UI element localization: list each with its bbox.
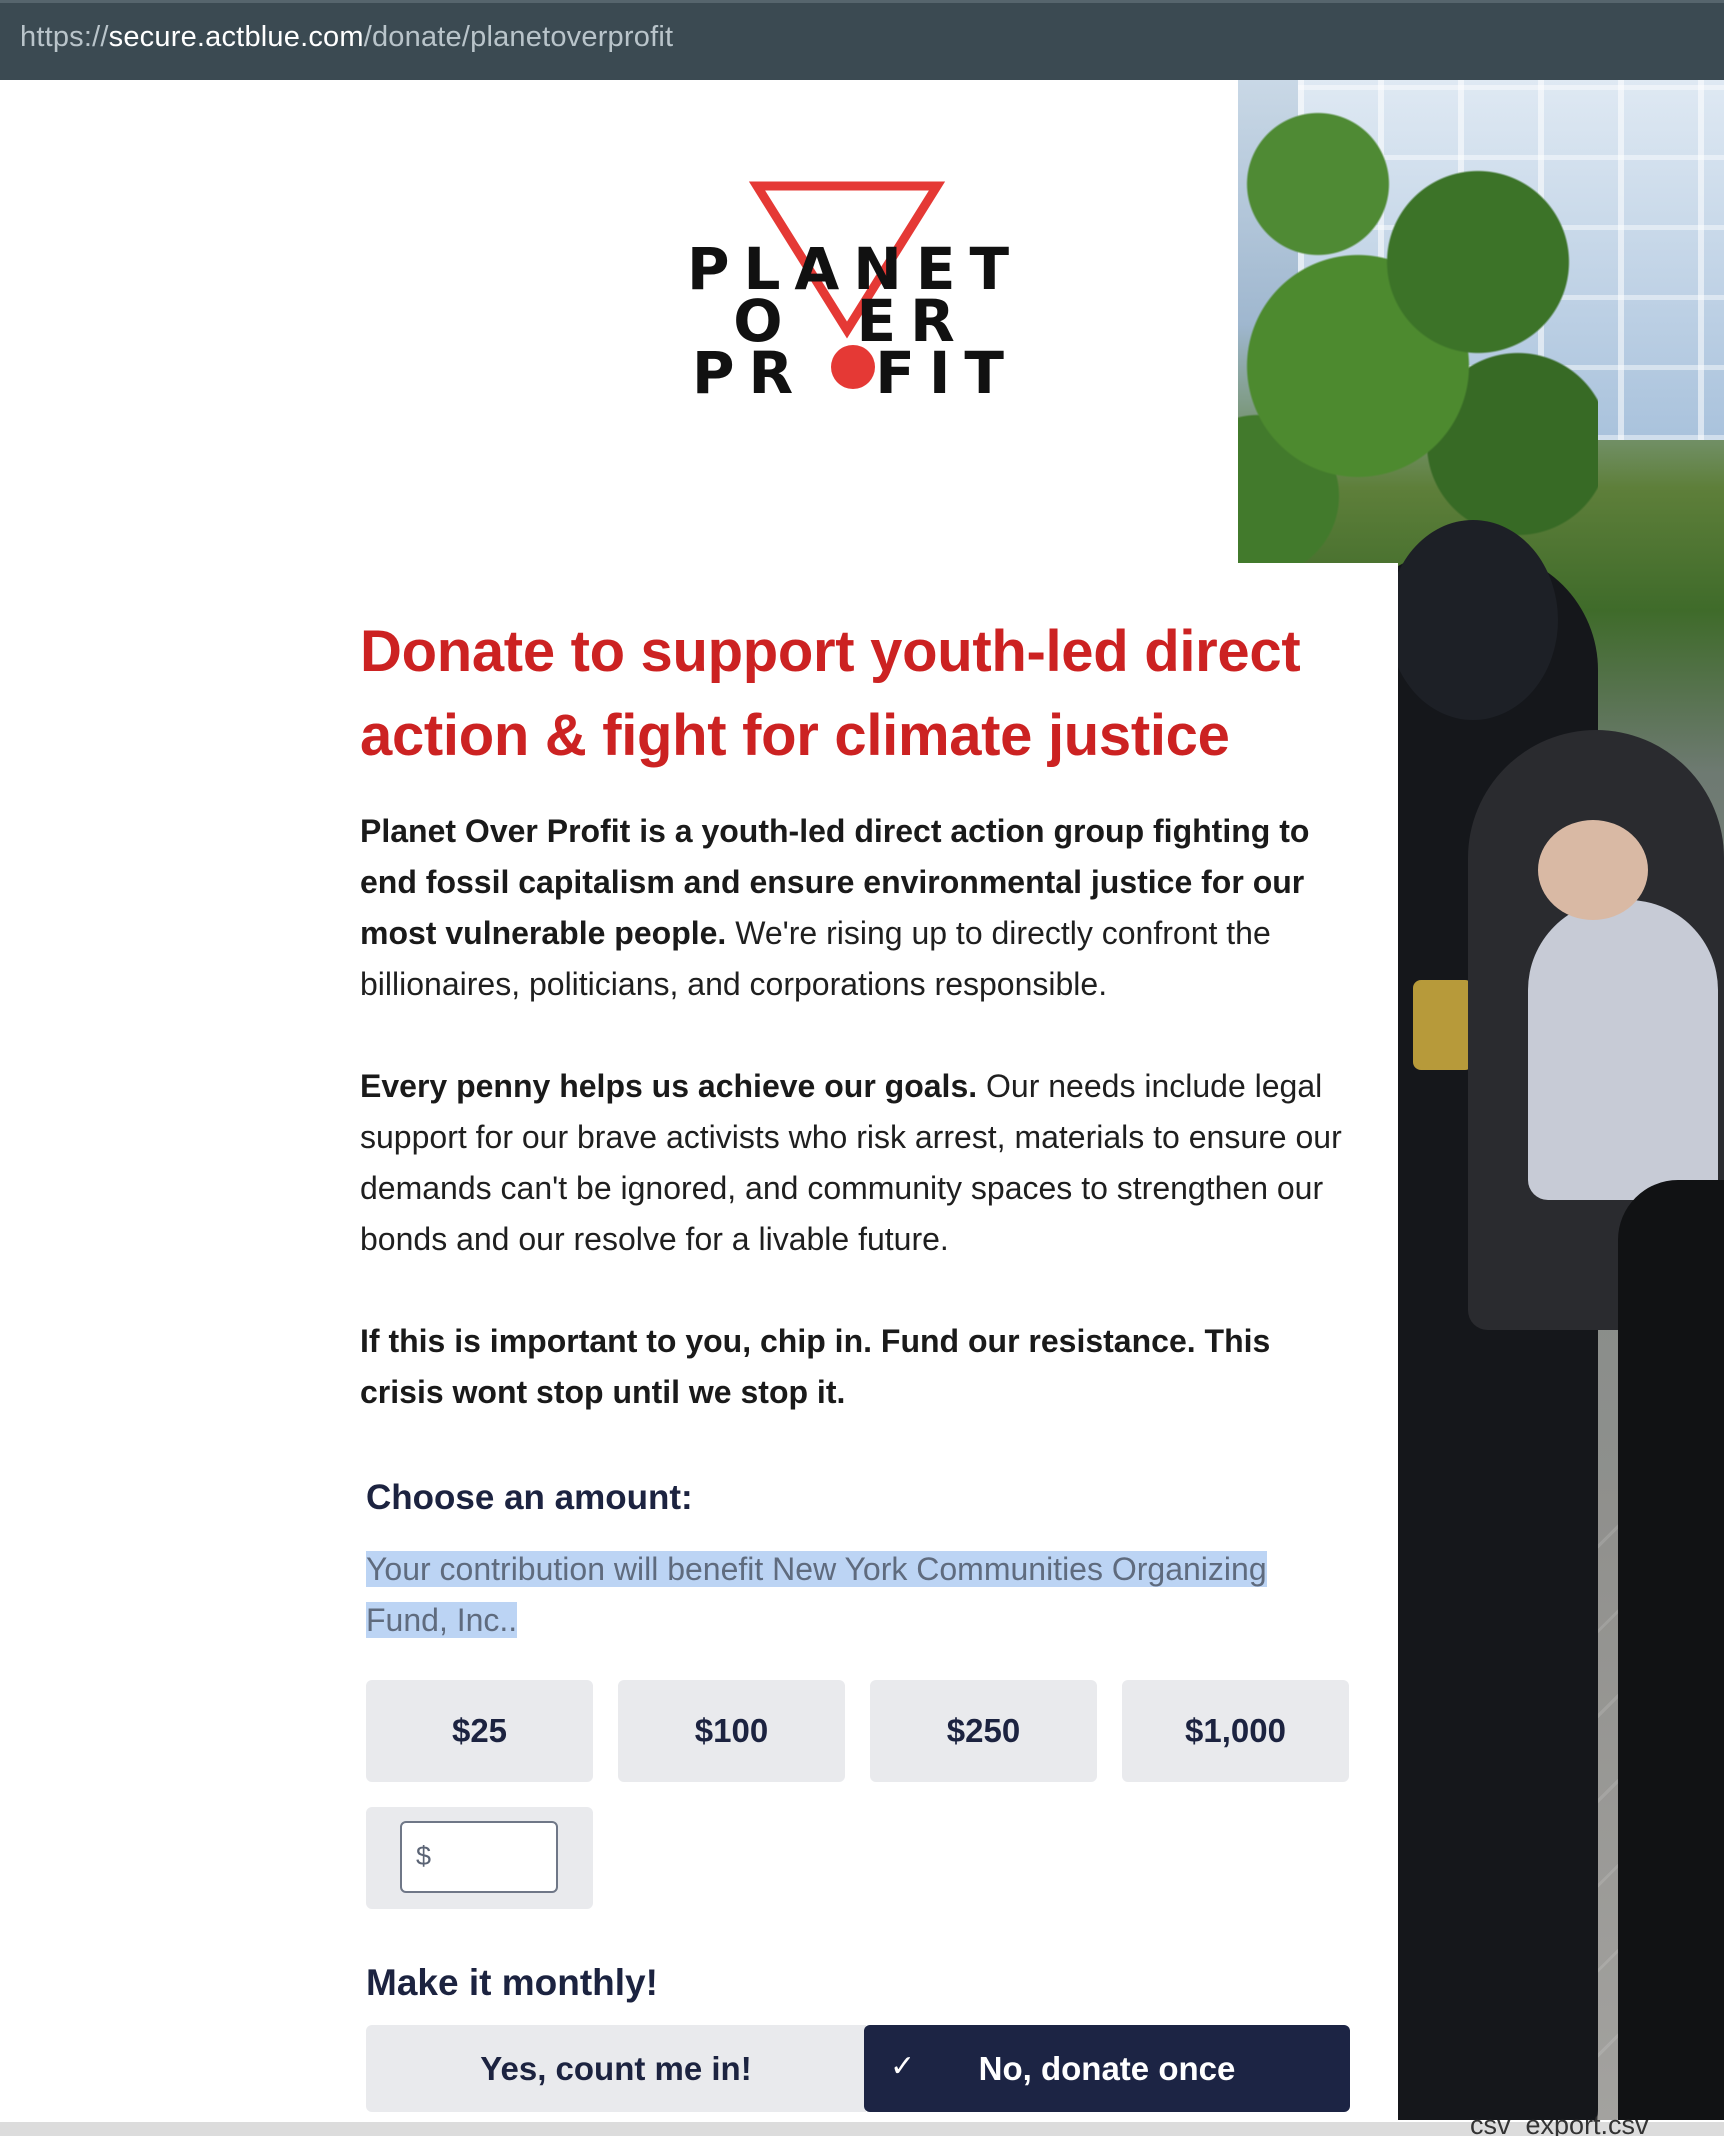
download-file-item[interactable]: csv_export.csv <box>1470 2104 1724 2136</box>
custom-amount-input[interactable]: $ <box>400 1821 558 1893</box>
monthly-toggle: Yes, count me in! ✓ No, donate once <box>366 2025 1350 2112</box>
intro-paragraph-2-bold: Every penny helps us achieve our goals. <box>360 1068 978 1104</box>
photo-officer-helmet <box>1388 520 1558 720</box>
amount-button-1000[interactable]: $1,000 <box>1122 1680 1349 1782</box>
photo-protester-face <box>1538 820 1648 920</box>
photo-badge <box>1413 980 1473 1070</box>
url-path: /donate/planetoverprofit <box>363 21 674 53</box>
monthly-yes-label: Yes, count me in! <box>480 2049 752 2087</box>
download-file-label: csv_export.csv <box>1470 2110 1649 2136</box>
intro-content: Donate to support youth-led direct actio… <box>360 610 1360 1418</box>
bottom-bar <box>0 2122 1724 2136</box>
logo-line-3a: PR <box>692 339 808 407</box>
benefit-notice-text: Your contribution will benefit New York … <box>366 1551 1267 1638</box>
logo-line-3: PR FIT <box>685 344 1025 402</box>
custom-amount-container: $ <box>366 1807 593 1909</box>
planet-over-profit-logo: PLANET O ER PR FIT <box>685 180 1025 402</box>
intro-paragraph-2: Every penny helps us achieve our goals. … <box>360 1061 1360 1265</box>
photo-tree <box>1238 80 1598 600</box>
monthly-no-button[interactable]: ✓ No, donate once <box>864 2025 1350 2112</box>
intro-paragraph-1: Planet Over Profit is a youth-led direct… <box>360 806 1360 1010</box>
url-scheme: https:// <box>20 21 109 53</box>
amount-button-25[interactable]: $25 <box>366 1680 593 1782</box>
benefit-notice[interactable]: Your contribution will benefit New York … <box>366 1544 1306 1646</box>
currency-symbol: $ <box>416 1841 432 1871</box>
page-headline: Donate to support youth-led direct actio… <box>360 619 1301 768</box>
checkmark-icon: ✓ <box>890 2050 916 2083</box>
monthly-no-label: No, donate once <box>978 2049 1236 2087</box>
intro-paragraph-3-bold: If this is important to you, chip in. Fu… <box>360 1323 1271 1410</box>
choose-amount-title: Choose an amount: <box>366 1478 693 1517</box>
photo-shark-belly <box>1528 900 1718 1200</box>
url-host: secure.actblue.com <box>108 21 364 53</box>
amount-button-250[interactable]: $250 <box>870 1680 1097 1782</box>
make-monthly-title: Make it monthly! <box>366 1962 658 2003</box>
browser-url-bar[interactable]: https://secure.actblue.com/donate/planet… <box>0 0 1724 80</box>
amount-button-100[interactable]: $100 <box>618 1680 845 1782</box>
monthly-yes-button[interactable]: Yes, count me in! <box>366 2025 866 2112</box>
url-text[interactable]: https://secure.actblue.com/donate/planet… <box>20 21 673 54</box>
logo-line-3b: FIT <box>875 339 1018 407</box>
intro-paragraph-3: If this is important to you, chip in. Fu… <box>360 1316 1360 1418</box>
photo-figure <box>1618 1180 1724 2120</box>
